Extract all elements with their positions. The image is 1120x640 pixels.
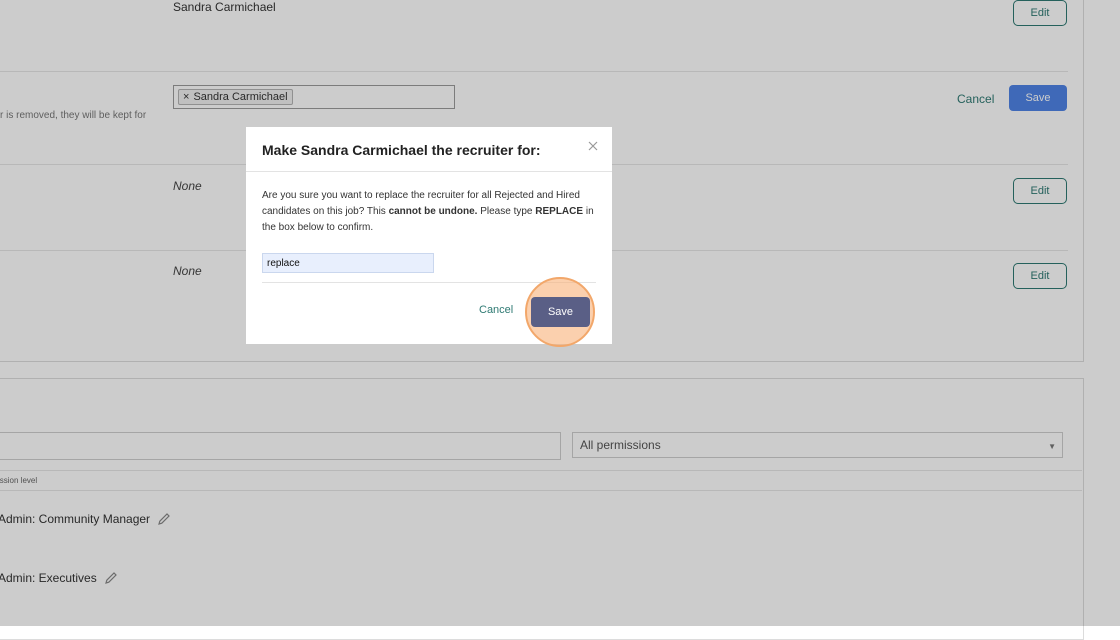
confirm-text-field[interactable] bbox=[262, 253, 434, 273]
dialog-title: Make Sandra Carmichael the recruiter for… bbox=[262, 142, 541, 158]
dialog-cancel-link[interactable]: Cancel bbox=[479, 304, 513, 316]
dialog-save-button[interactable]: Save bbox=[531, 297, 590, 327]
close-icon[interactable] bbox=[588, 141, 598, 151]
divider bbox=[246, 171, 612, 172]
dialog-message: Are you sure you want to replace the rec… bbox=[262, 190, 594, 233]
